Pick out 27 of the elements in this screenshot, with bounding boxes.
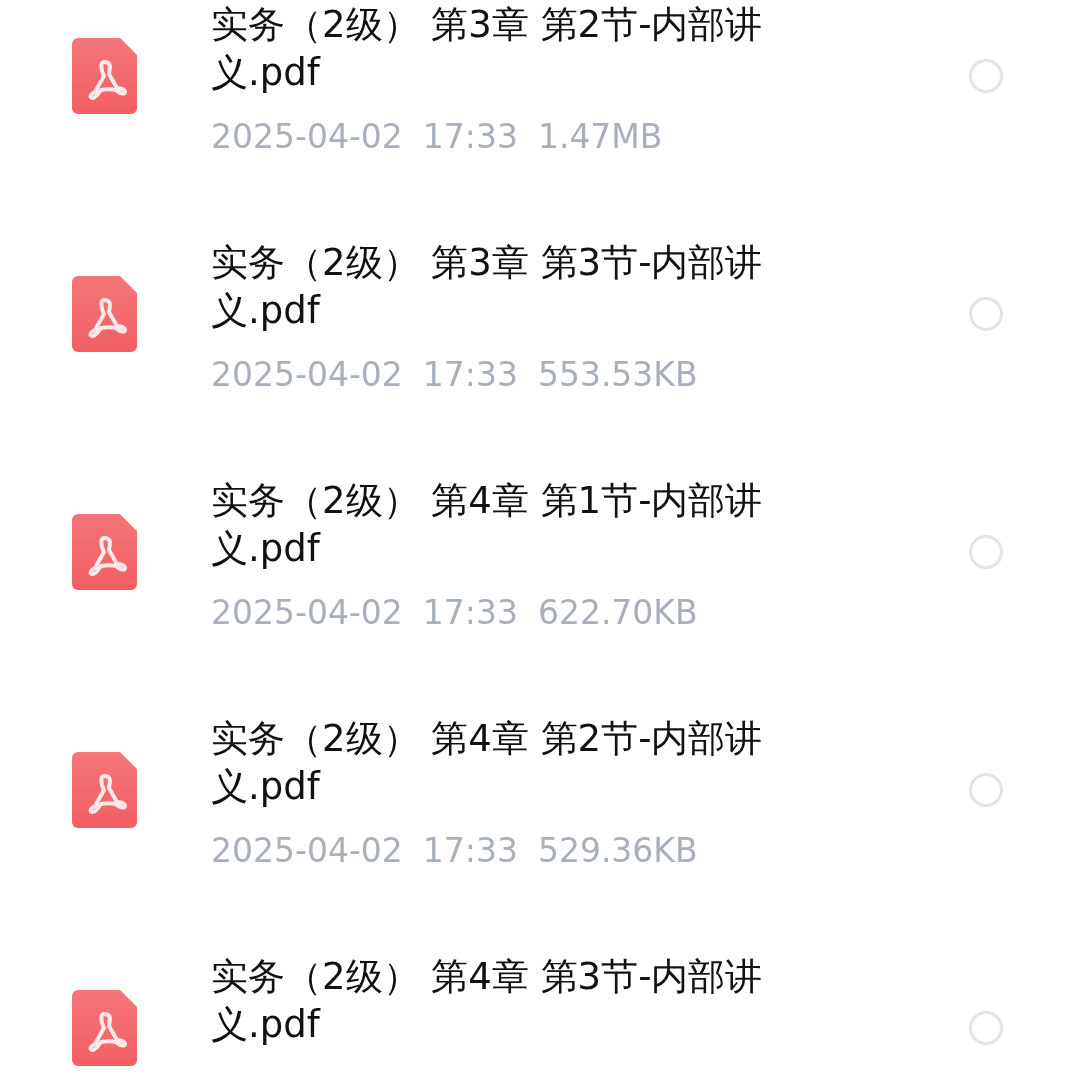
file-size: 553.53KB	[537, 354, 698, 396]
file-date: 2025-04-02	[211, 592, 403, 634]
pdf-file-icon	[72, 276, 137, 352]
file-size: 1.47MB	[537, 116, 663, 158]
file-size: 622.70KB	[537, 592, 698, 634]
file-date: 2025-04-02	[211, 354, 403, 396]
select-radio[interactable]	[969, 773, 1003, 807]
file-time: 17:33	[422, 116, 518, 158]
file-time: 17:33	[422, 830, 518, 872]
pdf-file-icon	[72, 752, 137, 828]
file-size: 529.36KB	[537, 830, 698, 872]
file-name: 实务（2级） 第3章 第2节-内部讲义.pdf	[211, 2, 764, 96]
file-time: 17:33	[422, 354, 518, 396]
file-date: 2025-04-02	[211, 830, 403, 872]
file-time: 17:33	[422, 592, 518, 634]
select-radio[interactable]	[969, 297, 1003, 331]
select-radio[interactable]	[969, 59, 1003, 93]
select-radio[interactable]	[969, 535, 1003, 569]
pdf-file-icon	[72, 990, 137, 1066]
file-name: 实务（2级） 第4章 第3节-内部讲义.pdf	[211, 954, 764, 1048]
pdf-file-icon	[72, 38, 137, 114]
file-name: 实务（2级） 第4章 第2节-内部讲义.pdf	[211, 716, 764, 810]
file-name: 实务（2级） 第3章 第3节-内部讲义.pdf	[211, 240, 764, 334]
pdf-file-icon	[72, 514, 137, 590]
file-date: 2025-04-02	[211, 116, 403, 158]
select-radio[interactable]	[969, 1011, 1003, 1045]
file-name: 实务（2级） 第4章 第1节-内部讲义.pdf	[211, 478, 764, 572]
